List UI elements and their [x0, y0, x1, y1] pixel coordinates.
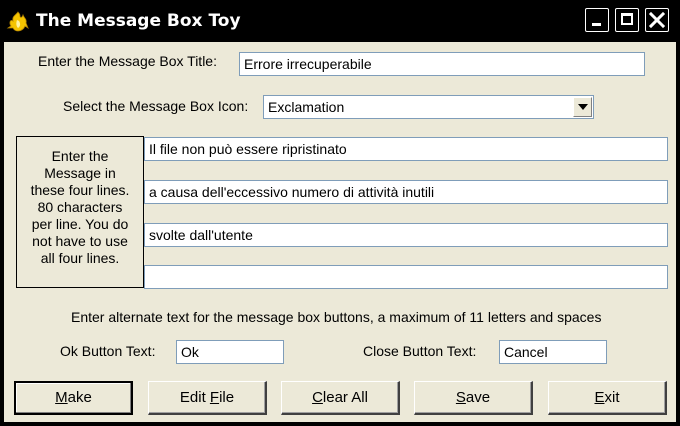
exit-button-label-post: xit — [604, 389, 620, 406]
window-frame-bottom — [0, 422, 680, 426]
ok-button-text-label: Ok Button Text: — [60, 343, 156, 359]
instruction-line: Message in — [44, 165, 116, 181]
message-instructions: Enter the Message in these four lines. 8… — [16, 136, 144, 288]
save-button-label-post: ave — [465, 389, 491, 406]
edit-file-button[interactable]: Edit File — [148, 381, 267, 415]
clear-all-button-mnemonic: C — [312, 389, 323, 406]
minimize-icon — [592, 23, 601, 26]
icon-select-label: Select the Message Box Icon: — [63, 98, 249, 114]
close-button-text-input[interactable]: Cancel — [499, 340, 607, 364]
message-line-1-input[interactable]: Il file non può essere ripristinato — [144, 137, 668, 161]
title-input[interactable]: Errore irrecuperabile — [239, 52, 645, 76]
icon-select-value: Exclamation — [268, 99, 345, 115]
instruction-line: all four lines. — [40, 250, 120, 266]
clear-all-button-label-post: lear All — [322, 389, 368, 406]
instruction-line: these four lines. — [30, 182, 130, 198]
clear-all-button[interactable]: Clear All — [281, 381, 400, 415]
make-button[interactable]: Make — [14, 381, 133, 415]
save-button-mnemonic: S — [455, 389, 466, 406]
minimize-button[interactable] — [585, 8, 609, 32]
button-text-hint: Enter alternate text for the message box… — [71, 309, 602, 325]
edit-file-button-label-pre: Edit — [179, 389, 210, 406]
exit-button[interactable]: Exit — [548, 381, 667, 415]
chevron-down-icon — [578, 104, 588, 110]
window-frame-right — [676, 42, 680, 426]
make-button-mnemonic: M — [55, 389, 68, 406]
close-button[interactable] — [645, 8, 669, 32]
save-button[interactable]: Save — [414, 381, 533, 415]
ok-button-text-input[interactable]: Ok — [176, 340, 284, 364]
instruction-line: not have to use — [32, 233, 128, 249]
title-bar[interactable]: The Message Box Toy — [0, 0, 680, 42]
icon-select[interactable]: Exclamation — [263, 95, 594, 119]
instruction-line: per line. You do — [31, 216, 129, 232]
message-line-3-input[interactable]: svolte dall'utente — [144, 223, 668, 247]
title-field-label: Enter the Message Box Title: — [38, 53, 217, 69]
flame-icon — [6, 11, 29, 32]
maximize-icon — [621, 13, 633, 25]
dropdown-button[interactable] — [573, 97, 592, 117]
exit-button-mnemonic: E — [594, 389, 605, 406]
instruction-line: Enter the — [51, 148, 109, 164]
edit-file-button-label-post: ile — [219, 389, 235, 406]
instruction-line: 80 characters — [37, 199, 123, 215]
message-line-2-input[interactable]: a causa dell'eccessivo numero di attivit… — [144, 180, 668, 204]
edit-file-button-mnemonic: F — [209, 389, 220, 406]
close-button-text-label: Close Button Text: — [363, 343, 477, 359]
make-button-label-post: ake — [67, 389, 92, 406]
close-icon — [648, 11, 666, 29]
maximize-button[interactable] — [615, 8, 639, 32]
message-line-4-input[interactable] — [144, 265, 668, 289]
window-title: The Message Box Toy — [36, 11, 241, 31]
